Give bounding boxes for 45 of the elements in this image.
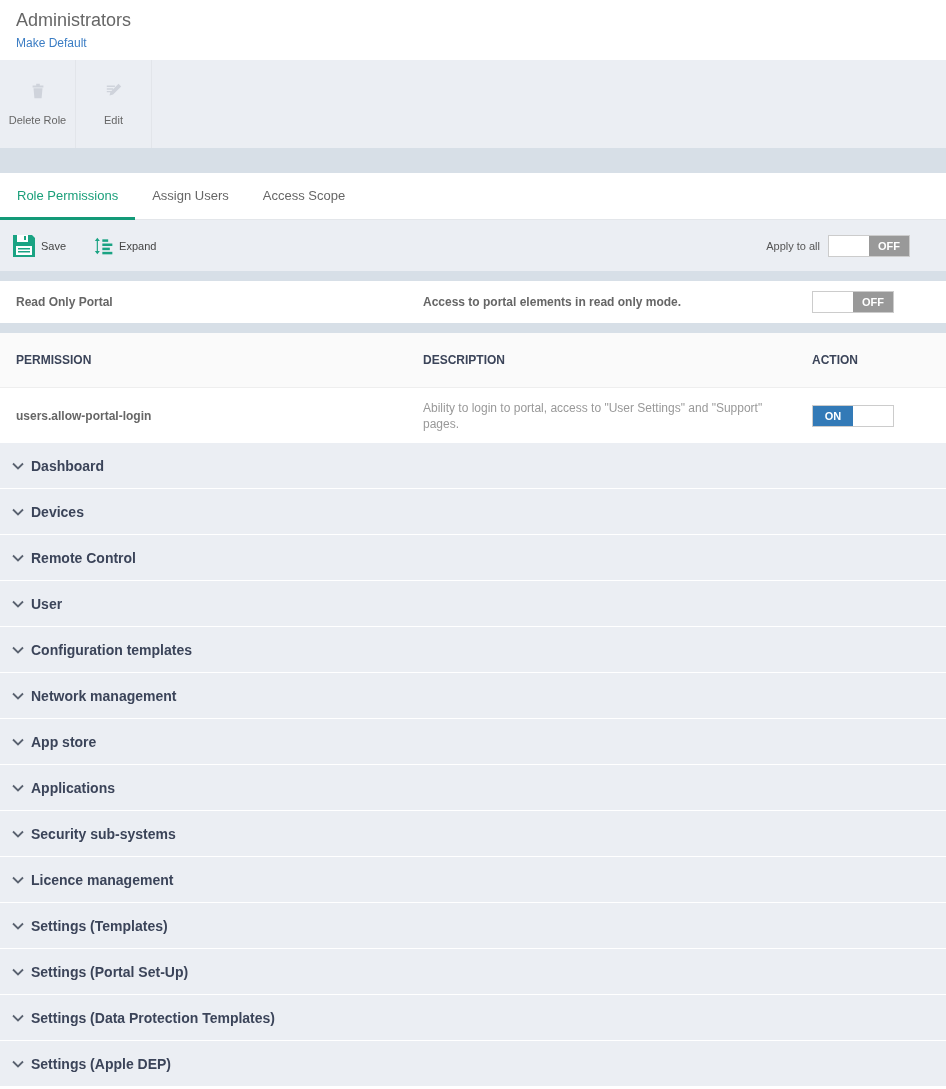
chevron-icon — [12, 461, 24, 470]
tab[interactable]: Assign Users — [135, 173, 246, 220]
chevron-icon — [12, 1013, 24, 1022]
chevron-icon — [12, 967, 24, 976]
section-header[interactable]: Security sub-systems — [0, 811, 946, 857]
read-only-description: Access to portal elements in read only mode. — [423, 295, 683, 309]
section-header[interactable]: Dashboard — [0, 443, 946, 489]
chevron-icon — [12, 645, 24, 654]
chevron-icon — [12, 553, 24, 562]
toggle-switch[interactable]: ON — [812, 404, 894, 427]
section-header[interactable]: Settings (Apple DEP) — [0, 1041, 946, 1087]
section-header[interactable]: Configuration templates — [0, 627, 946, 673]
chevron-icon — [12, 691, 24, 700]
chevron-icon — [12, 599, 24, 608]
apply-to-all-label: Apply to all — [766, 239, 820, 252]
permission-description: Ability to login to portal, access to "User Settings" and "Support" pages. — [423, 399, 764, 432]
column-header: PERMISSION — [15, 353, 93, 367]
section-header[interactable]: Settings (Templates) — [0, 903, 946, 949]
section-header[interactable]: Network management — [0, 673, 946, 719]
action-button[interactable]: Expand — [94, 235, 171, 256]
chevron-icon — [12, 829, 24, 838]
section-header[interactable]: Remote Control — [0, 535, 946, 581]
read-only-label: Read Only Portal — [15, 295, 114, 309]
section-header[interactable]: Settings (Data Protection Templates) — [0, 995, 946, 1041]
page-title: Administrators — [16, 10, 133, 31]
chevron-icon — [12, 921, 24, 930]
permission-name: users.allow-portal-login — [15, 408, 153, 423]
expand-list-icon — [94, 235, 115, 256]
section-header[interactable]: Settings (Portal Set-Up) — [0, 949, 946, 995]
action-button[interactable]: Save — [12, 233, 81, 258]
section-header[interactable]: Licence management — [0, 857, 946, 903]
section-header[interactable]: User — [0, 581, 946, 627]
column-header: DESCRIPTION — [423, 353, 506, 367]
section-header[interactable]: App store — [0, 719, 946, 765]
section-header[interactable]: Devices — [0, 489, 946, 535]
chevron-icon — [12, 737, 24, 746]
make-default-link[interactable]: Make Default — [16, 36, 87, 50]
tab[interactable]: Role Permissions — [0, 173, 136, 220]
chevron-icon — [12, 1059, 24, 1068]
section-header[interactable]: Applications — [0, 765, 946, 811]
tab[interactable]: Access Scope — [245, 173, 363, 220]
chevron-icon — [12, 507, 24, 516]
chevron-icon — [12, 783, 24, 792]
column-header: ACTION — [812, 353, 859, 367]
chevron-icon — [12, 875, 24, 884]
